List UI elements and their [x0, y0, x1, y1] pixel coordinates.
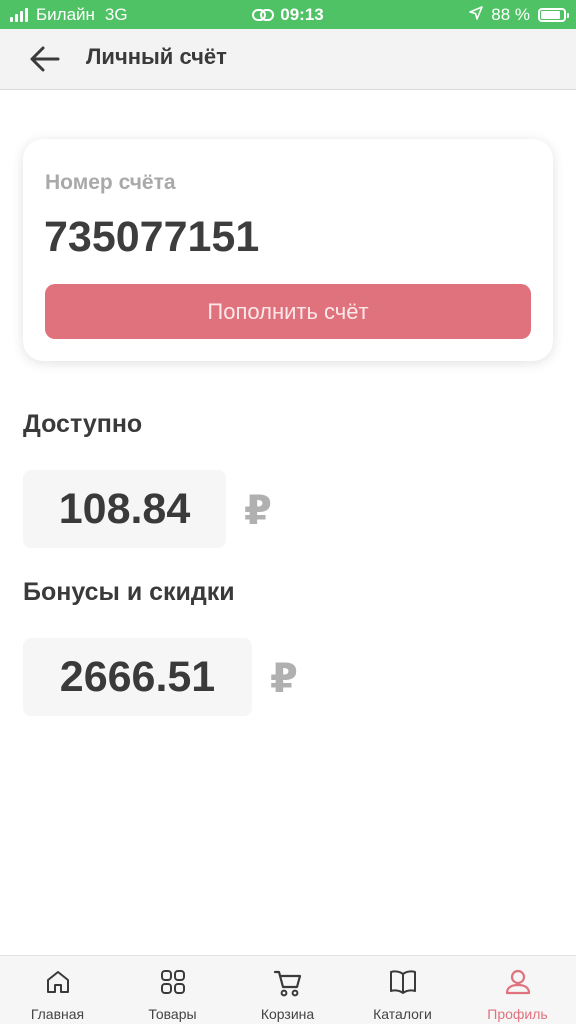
- nav-item-cart[interactable]: Корзина: [230, 956, 345, 1024]
- location-icon: [469, 5, 484, 25]
- available-title: Доступно: [23, 410, 143, 438]
- topup-button[interactable]: Пополнить счёт: [45, 284, 531, 339]
- nav-item-catalogs[interactable]: Каталоги: [345, 956, 460, 1024]
- arrow-left-icon: [30, 46, 60, 72]
- status-bar: Билайн 3G 09:13 88 %: [0, 0, 576, 29]
- bottom-nav: Главная Товары Корзина Каталоги Профиль: [0, 955, 576, 1024]
- nav-label-catalogs: Каталоги: [373, 1006, 432, 1022]
- grid-icon: [160, 970, 185, 994]
- bonuses-title: Бонусы и скидки: [23, 578, 235, 606]
- account-number-label: Номер счёта: [45, 171, 176, 194]
- cart-icon: [273, 970, 301, 997]
- nav-item-products[interactable]: Товары: [115, 956, 230, 1024]
- available-currency: ₽: [244, 489, 272, 533]
- link-icon: [252, 7, 275, 27]
- available-amount-box: 108.84: [23, 470, 226, 548]
- nav-label-profile: Профиль: [487, 1006, 548, 1022]
- account-card: Номер счёта 735077151 Пополнить счёт: [23, 139, 553, 361]
- bonuses-currency: ₽: [270, 657, 298, 701]
- available-amount: 108.84: [58, 484, 191, 533]
- account-number: 735077151: [44, 213, 260, 261]
- nav-item-profile[interactable]: Профиль: [460, 956, 575, 1024]
- app-header: Личный счёт: [0, 29, 576, 90]
- nav-label-home: Главная: [30, 1006, 85, 1022]
- back-button[interactable]: [28, 44, 62, 74]
- profile-icon: [505, 969, 530, 995]
- book-icon: [389, 970, 416, 994]
- status-right: 88 %: [469, 5, 569, 25]
- nav-label-cart: Корзина: [260, 1006, 315, 1022]
- bonuses-amount: 2666.51: [59, 652, 216, 701]
- battery-icon: [538, 8, 569, 22]
- battery-percent: 88 %: [491, 5, 530, 24]
- nav-label-products: Товары: [148, 1006, 197, 1022]
- status-time: 09:13: [280, 5, 324, 24]
- bonuses-amount-box: 2666.51: [23, 638, 252, 716]
- home-icon: [46, 971, 69, 993]
- page-title: Личный счёт: [86, 44, 227, 69]
- nav-item-home[interactable]: Главная: [0, 956, 115, 1024]
